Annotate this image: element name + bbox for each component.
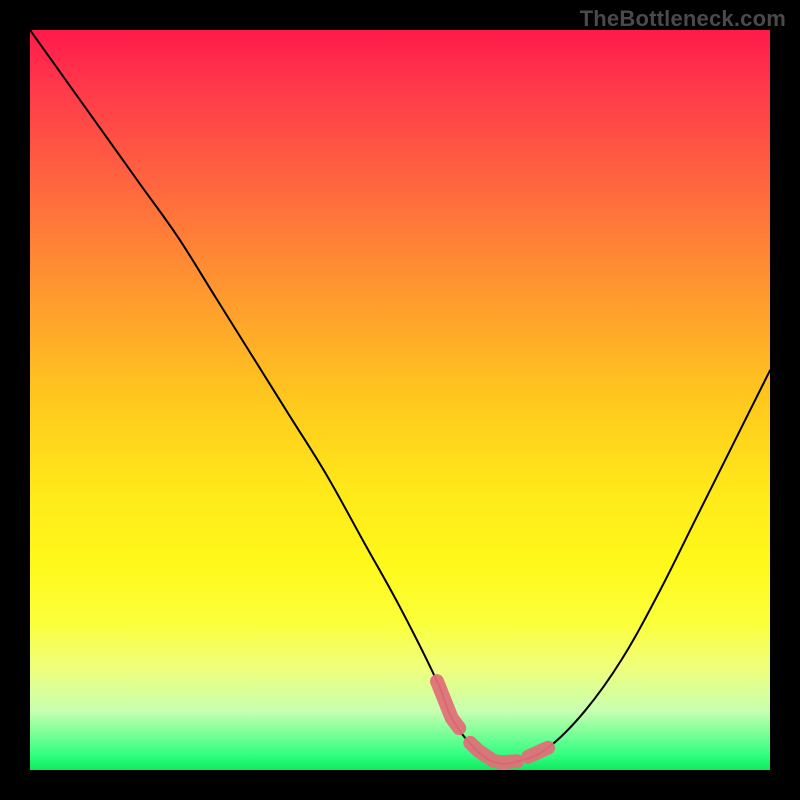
optimal-fit-marker-mid xyxy=(470,743,517,762)
curve-svg xyxy=(30,30,770,770)
plot-area xyxy=(30,30,770,770)
optimal-fit-marker-right xyxy=(528,748,548,757)
watermark-text: TheBottleneck.com xyxy=(580,6,786,32)
bottleneck-curve xyxy=(30,30,770,764)
optimal-fit-marker-left xyxy=(437,681,459,728)
chart-frame: TheBottleneck.com xyxy=(0,0,800,800)
